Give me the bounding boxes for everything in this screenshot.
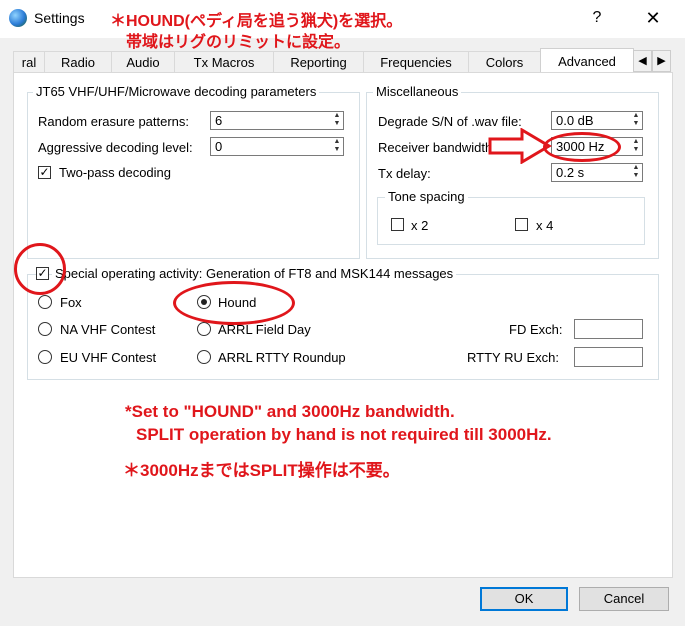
annotation-circle-checkbox (14, 243, 66, 295)
help-button[interactable]: ? (584, 6, 610, 30)
tab-reporting[interactable]: Reporting (273, 51, 364, 73)
two-pass-label: Two-pass decoding (59, 165, 172, 180)
annotation-jp-line2: 帯域はリグのリミットに設定。 (126, 34, 351, 51)
spin-arrows-icon[interactable]: ▲ ▼ (331, 112, 343, 129)
app-globe-icon (9, 9, 27, 27)
fd-exch-field[interactable] (574, 319, 643, 339)
close-button[interactable]: ✕ (640, 6, 666, 30)
random-erasure-label: Random erasure patterns: (38, 114, 190, 129)
annotation-en-line2: SPLIT operation by hand is not required … (136, 425, 552, 444)
tab-scroll-left-icon[interactable]: ◀ (633, 50, 652, 72)
tab-general[interactable]: ral (13, 51, 45, 73)
tab-radio[interactable]: Radio (44, 51, 112, 73)
arrl-rtty-radio[interactable] (197, 350, 211, 364)
annotation-circle-bandwidth (543, 132, 621, 162)
random-erasure-spinbox[interactable]: 6 ▲ ▼ (210, 111, 344, 130)
x2-label: x 2 (411, 218, 429, 233)
ok-button[interactable]: OK (480, 587, 568, 611)
eu-vhf-radio[interactable] (38, 350, 52, 364)
fd-exch-label: FD Exch: (509, 322, 563, 337)
degrade-sn-label: Degrade S/N of .wav file: (378, 114, 522, 129)
tone-spacing-title: Tone spacing (385, 189, 468, 204)
arrl-rtty-label: ARRL RTTY Roundup (218, 350, 346, 365)
receiver-bandwidth-label: Receiver bandwidth: (378, 140, 496, 155)
tab-advanced[interactable]: Advanced (540, 48, 634, 73)
window-title: Settings (34, 10, 85, 26)
degrade-sn-value: 0.0 dB (556, 113, 594, 128)
rtty-exch-label: RTTY RU Exch: (467, 350, 559, 365)
tab-audio[interactable]: Audio (111, 51, 175, 73)
arrl-field-day-radio[interactable] (197, 322, 211, 336)
annotation-jp-bottom: ＊3000HzまではSPLIT操作は不要。 (123, 461, 400, 480)
spin-arrows-icon[interactable]: ▲ ▼ (630, 138, 642, 155)
two-pass-checkbox[interactable]: ✓ (38, 166, 51, 179)
degrade-sn-spinbox[interactable]: 0.0 dB ▲ ▼ (551, 111, 643, 130)
fox-label: Fox (60, 295, 82, 310)
tab-scroll-right-icon[interactable]: ▶ (652, 50, 671, 72)
eu-vhf-label: EU VHF Contest (60, 350, 157, 365)
aggressive-level-label: Aggressive decoding level: (38, 140, 193, 155)
spin-arrows-icon[interactable]: ▲ ▼ (630, 164, 642, 181)
na-vhf-radio[interactable] (38, 322, 52, 336)
fox-radio[interactable] (38, 295, 52, 309)
tab-tx-macros[interactable]: Tx Macros (174, 51, 274, 73)
special-activity-title: Special operating activity: Generation o… (52, 266, 457, 281)
spin-arrows-icon[interactable]: ▲ ▼ (331, 138, 343, 155)
misc-group-title: Miscellaneous (373, 84, 462, 99)
tx-delay-label: Tx delay: (378, 166, 431, 181)
x4-label: x 4 (536, 218, 554, 233)
x4-checkbox[interactable] (515, 218, 528, 231)
annotation-circle-hound (173, 281, 295, 325)
tx-delay-value: 0.2 s (556, 165, 585, 180)
x2-checkbox[interactable] (391, 218, 404, 231)
cancel-button[interactable]: Cancel (579, 587, 669, 611)
random-erasure-value: 6 (215, 113, 223, 128)
jt65-group-title: JT65 VHF/UHF/Microwave decoding paramete… (33, 84, 320, 99)
tab-frequencies[interactable]: Frequencies (363, 51, 469, 73)
tx-delay-spinbox[interactable]: 0.2 s ▲ ▼ (551, 163, 643, 182)
rtty-exch-field[interactable] (574, 347, 643, 367)
aggressive-level-spinbox[interactable]: 0 ▲ ▼ (210, 137, 344, 156)
tab-colors[interactable]: Colors (468, 51, 541, 73)
spin-arrows-icon[interactable]: ▲ ▼ (630, 112, 642, 129)
aggressive-level-value: 0 (215, 139, 223, 154)
annotation-en-line1: *Set to "HOUND" and 3000Hz bandwidth. (125, 402, 455, 421)
na-vhf-label: NA VHF Contest (60, 322, 156, 337)
